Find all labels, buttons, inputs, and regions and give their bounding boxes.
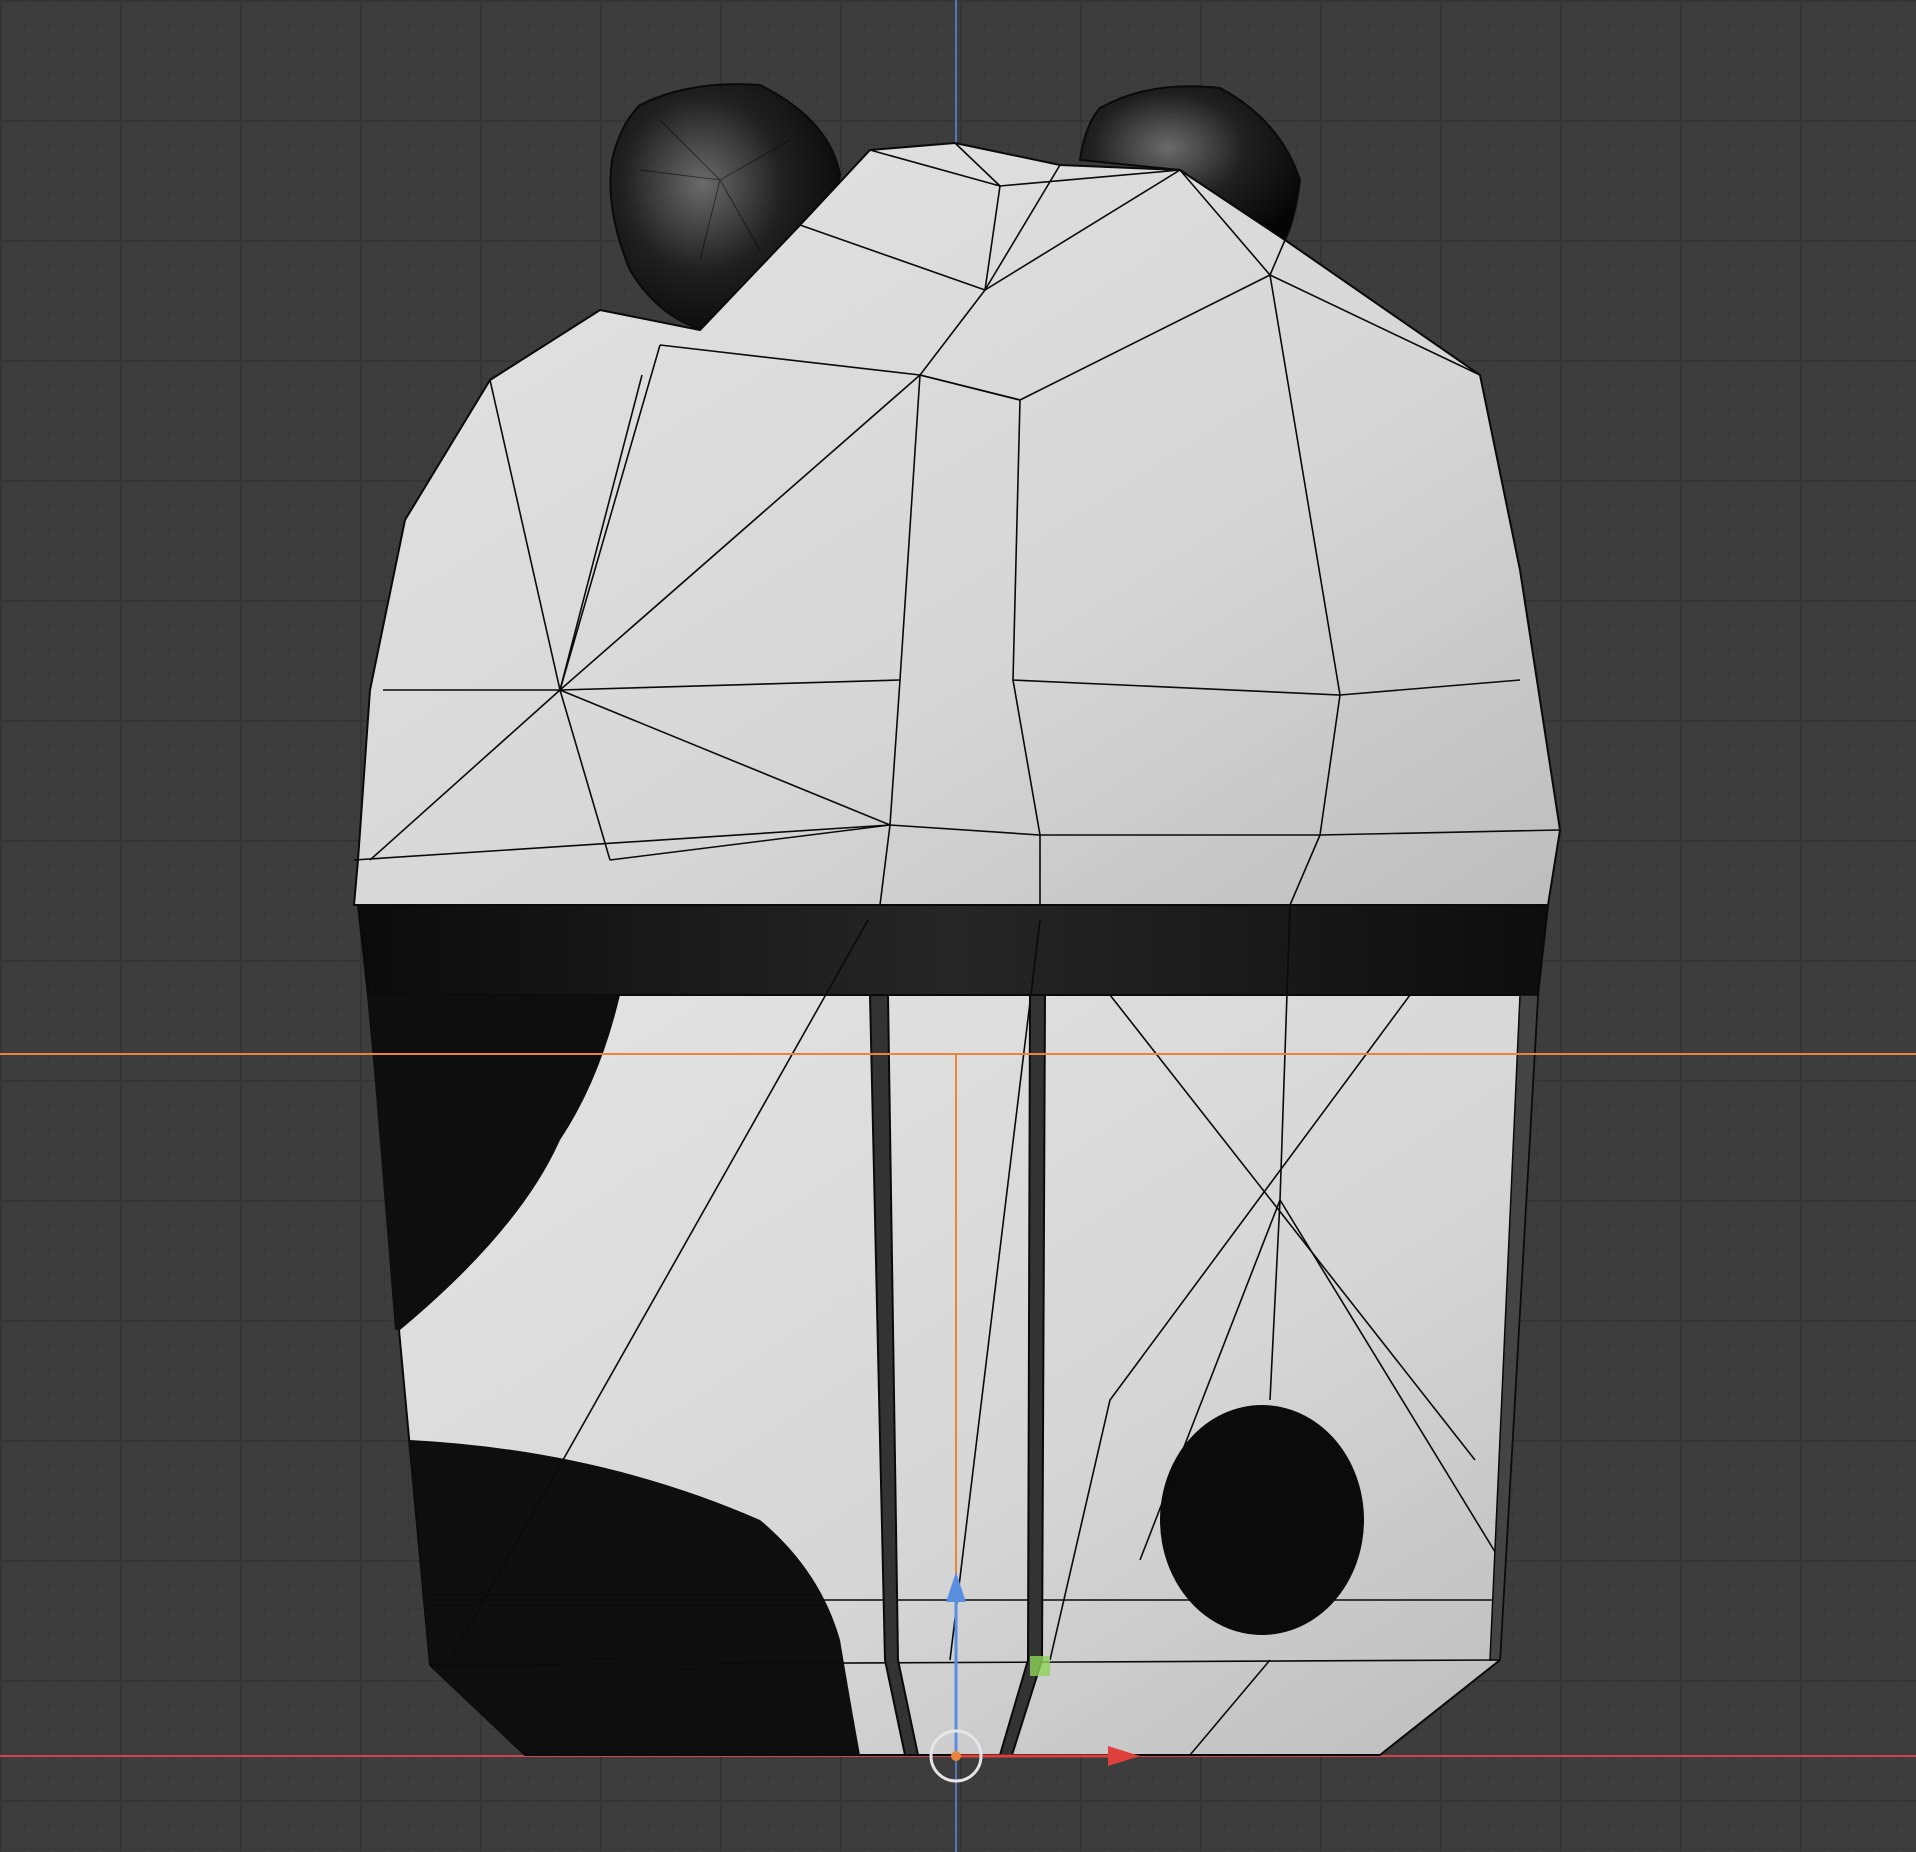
body-mesh[interactable] xyxy=(366,904,1540,1756)
pivot-handle[interactable] xyxy=(1030,1656,1050,1676)
3d-viewport[interactable] xyxy=(0,0,1916,1852)
black-band[interactable] xyxy=(356,904,1550,996)
head-mesh[interactable] xyxy=(352,141,1562,906)
origin-point xyxy=(951,1751,961,1761)
scene-canvas[interactable] xyxy=(0,0,1916,1852)
